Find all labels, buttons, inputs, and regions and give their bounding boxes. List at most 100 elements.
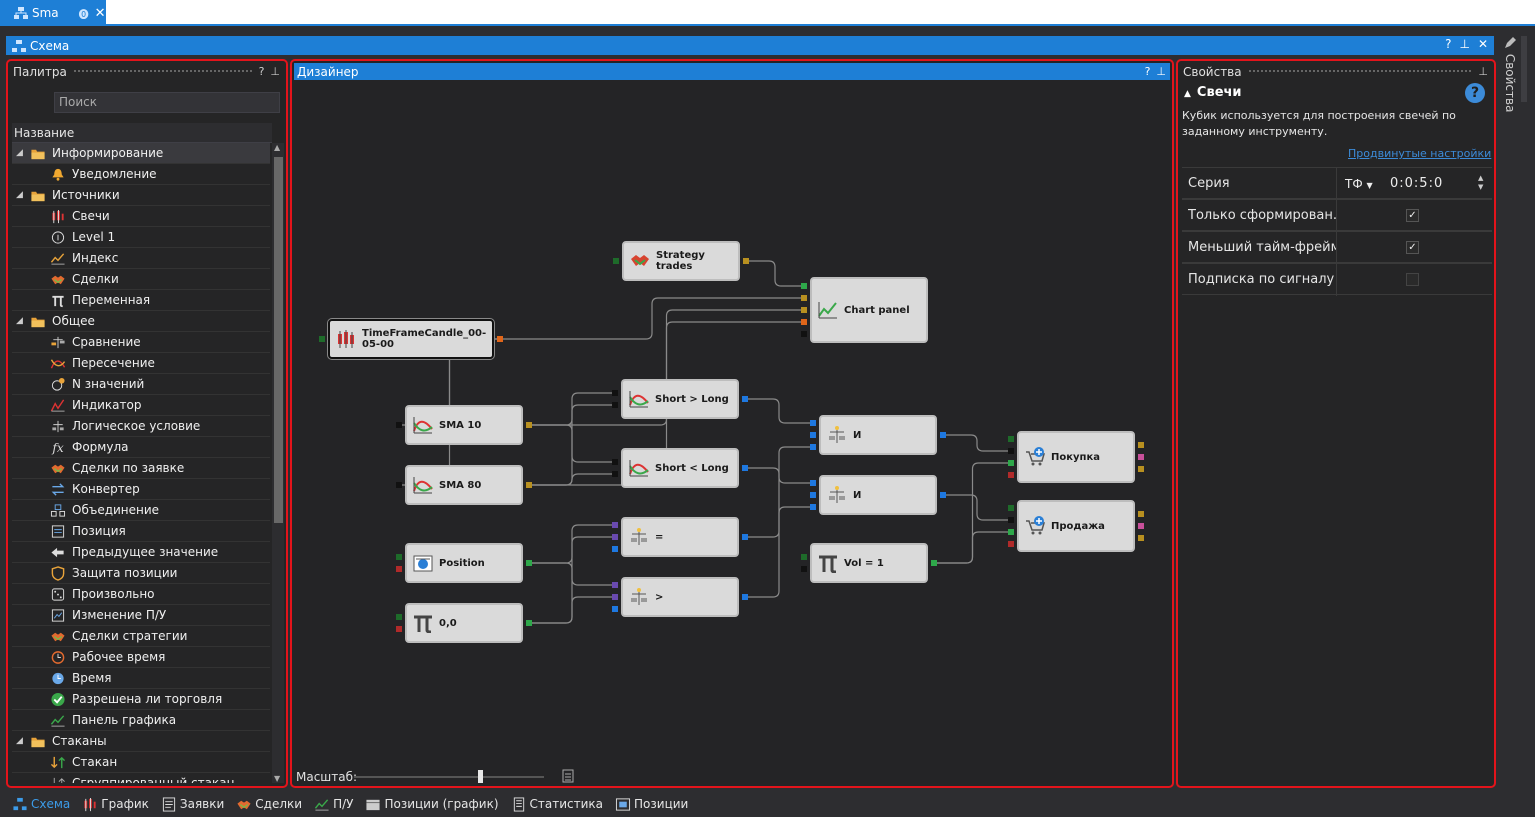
bottom-tab-positions-chart[interactable]: Позиции (график) (359, 793, 504, 815)
input-socket[interactable] (396, 554, 402, 560)
node-eq[interactable]: = (621, 517, 739, 557)
node-sma80[interactable]: SMA 80 (405, 465, 523, 505)
pin-icon[interactable]: ⊥ (1156, 65, 1166, 78)
tree-category[interactable]: ◢ Информирование (12, 143, 270, 164)
connection-wire[interactable] (745, 506, 813, 598)
document-tab[interactable]: Sma ⓿ ✕ (0, 0, 106, 26)
tree-item[interactable]: Стакан (12, 752, 270, 773)
output-socket[interactable] (742, 594, 748, 600)
input-socket[interactable] (613, 258, 619, 264)
tree-item[interactable]: Время (12, 668, 270, 689)
bottom-tab-pnl[interactable]: П/У (308, 793, 359, 815)
designer-canvas[interactable]: Strategy trades Chart panel TimeFrameCandl… (294, 81, 1172, 761)
bottom-tab-orders[interactable]: Заявки (155, 793, 230, 815)
output-socket[interactable] (497, 336, 503, 342)
tree-item[interactable]: Индикатор (12, 395, 270, 416)
tree-item[interactable]: Позиция (12, 521, 270, 542)
node-and1[interactable]: И (819, 415, 937, 455)
expand-arrow-icon[interactable]: ◢ (16, 185, 23, 206)
search-input[interactable]: Поиск (54, 92, 280, 113)
input-socket[interactable] (801, 283, 807, 289)
bottom-tab-handshake[interactable]: Сделки (230, 793, 308, 815)
connection-wire[interactable] (745, 398, 813, 424)
output-socket[interactable] (526, 620, 532, 626)
input-socket[interactable] (612, 546, 618, 552)
input-socket[interactable] (396, 614, 402, 620)
bottom-tab-scheme[interactable]: Схема (6, 793, 76, 815)
connection-wire[interactable] (529, 596, 615, 624)
tree-item[interactable]: Сгруппированный стакан (12, 773, 270, 783)
tree-item[interactable]: Произвольно (12, 584, 270, 605)
help-icon[interactable]: ⓿ (79, 6, 89, 21)
output-socket[interactable] (526, 482, 532, 488)
output-socket[interactable] (743, 258, 749, 264)
connection-wire[interactable] (500, 297, 804, 340)
bottom-tab-positions[interactable]: Позиции (609, 793, 694, 815)
help-icon[interactable]: ? (1445, 37, 1451, 51)
help-icon[interactable]: ? (1145, 65, 1151, 78)
zoom-slider-track[interactable] (354, 776, 544, 778)
signal-sub-checkbox[interactable] (1406, 273, 1419, 286)
node-sma10[interactable]: SMA 10 (405, 405, 523, 445)
node-candles[interactable]: TimeFrameCandle_00-05-00 (328, 319, 494, 359)
input-socket[interactable] (1008, 472, 1014, 478)
lower-tf-checkbox[interactable]: ✓ (1406, 241, 1419, 254)
tree-item[interactable]: Уведомление (12, 164, 270, 185)
palette-scrollbar[interactable]: ▲ ▼ (272, 143, 284, 783)
output-socket[interactable] (742, 465, 748, 471)
output-socket[interactable] (1138, 466, 1144, 472)
node-buy[interactable]: Покупка (1017, 431, 1135, 483)
close-icon[interactable]: ✕ (1478, 37, 1488, 51)
expand-arrow-icon[interactable]: ◢ (16, 311, 23, 332)
input-socket[interactable] (1008, 529, 1014, 535)
input-socket[interactable] (396, 422, 402, 428)
timeframe-input[interactable]: 0:0:5:0 (1390, 174, 1472, 194)
node-sell[interactable]: Продажа (1017, 500, 1135, 552)
collapse-arrow-icon[interactable]: ▲ (1184, 89, 1191, 99)
pin-icon[interactable]: ⊥ (1459, 37, 1469, 51)
tree-item[interactable]: Изменение П/У (12, 605, 270, 626)
bottom-tab-candles[interactable]: График (76, 793, 155, 815)
tree-item[interactable]: Сделки по заявке (12, 458, 270, 479)
output-socket[interactable] (940, 432, 946, 438)
input-socket[interactable] (612, 459, 618, 465)
input-socket[interactable] (1008, 541, 1014, 547)
node-zero[interactable]: 0,0 (405, 603, 523, 643)
timeframe-spinner[interactable]: ▲ ▼ (1478, 174, 1483, 192)
help-icon[interactable]: ? (1465, 83, 1485, 103)
output-socket[interactable] (1138, 523, 1144, 529)
tree-item[interactable]: Объединение (12, 500, 270, 521)
tree-item[interactable]: Свечи (12, 206, 270, 227)
tree-item[interactable]: Логическое условие (12, 416, 270, 437)
tree-item[interactable]: Предыдущее значение (12, 542, 270, 563)
input-socket[interactable] (612, 594, 618, 600)
tree-item[interactable]: Конвертер (12, 479, 270, 500)
input-socket[interactable] (1008, 517, 1014, 523)
input-socket[interactable] (612, 402, 618, 408)
input-socket[interactable] (801, 319, 807, 325)
input-socket[interactable] (801, 307, 807, 313)
bottom-tab-statistics[interactable]: Статистика (505, 793, 610, 815)
tree-item[interactable]: N значений (12, 374, 270, 395)
connection-wire[interactable] (746, 260, 804, 287)
output-socket[interactable] (1138, 535, 1144, 541)
input-socket[interactable] (319, 336, 325, 342)
scroll-up-icon[interactable]: ▲ (274, 143, 280, 152)
tree-item[interactable]: Рабочее время (12, 647, 270, 668)
section-header[interactable]: ▲ Свечи (1184, 85, 1242, 100)
tree-item[interactable]: fx Формула (12, 437, 270, 458)
series-mode-select[interactable]: ТФ ▼ (1341, 174, 1383, 194)
node-cross1[interactable]: Short > Long (621, 379, 739, 419)
tree-category[interactable]: ◢ Общее (12, 311, 270, 332)
node-cross2[interactable]: Short < Long (621, 448, 739, 488)
connection-wire[interactable] (529, 424, 615, 463)
side-scrollbar[interactable] (1521, 36, 1527, 102)
tree-category[interactable]: ◢ Стаканы (12, 731, 270, 752)
input-socket[interactable] (810, 480, 816, 486)
input-socket[interactable] (810, 432, 816, 438)
input-socket[interactable] (396, 626, 402, 632)
tree-item[interactable]: Защита позиции (12, 563, 270, 584)
input-socket[interactable] (612, 390, 618, 396)
only-formed-checkbox[interactable]: ✓ (1406, 209, 1419, 222)
input-socket[interactable] (801, 566, 807, 572)
